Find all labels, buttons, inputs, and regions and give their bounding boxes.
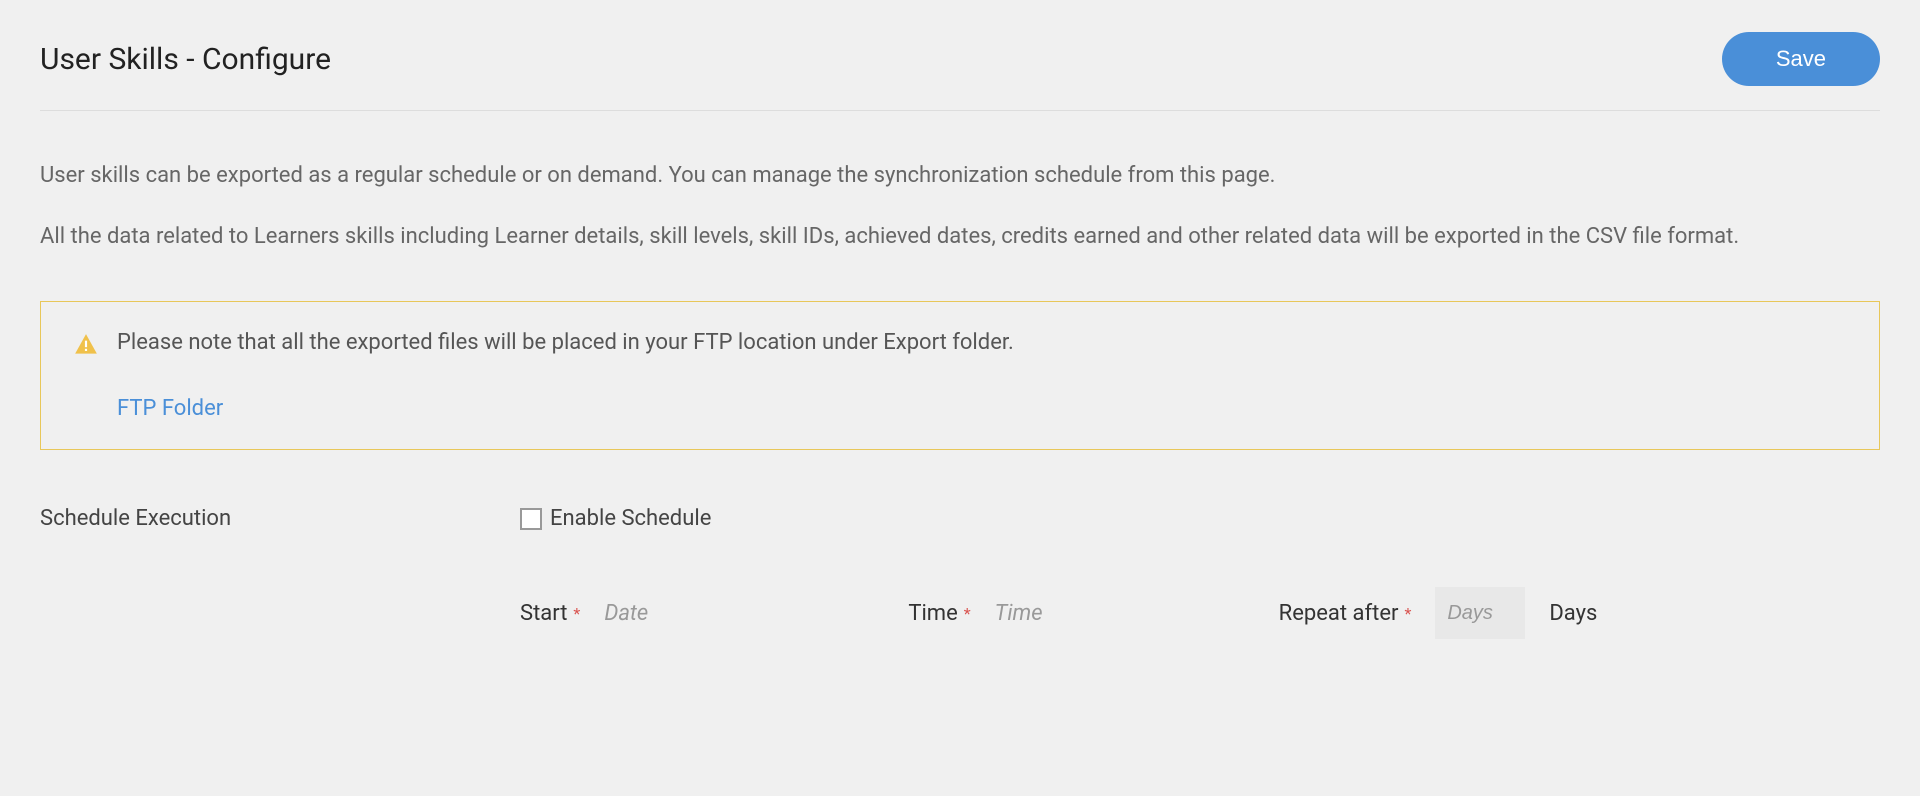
enable-schedule-checkbox[interactable] <box>520 508 542 530</box>
header-row: User Skills - Configure Save <box>40 32 1880 111</box>
description-para2: All the data related to Learners skills … <box>40 220 1880 253</box>
save-button[interactable]: Save <box>1722 32 1880 86</box>
repeat-after-label: Repeat after <box>1279 601 1399 626</box>
repeat-days-input[interactable] <box>1435 587 1525 639</box>
schedule-execution-label: Schedule Execution <box>40 506 520 531</box>
time-input[interactable]: Time <box>995 601 1095 626</box>
description-para1: User skills can be exported as a regular… <box>40 159 1880 192</box>
description-block: User skills can be exported as a regular… <box>40 159 1880 253</box>
time-required-mark: * <box>964 604 971 623</box>
ftp-folder-link[interactable]: FTP Folder <box>117 396 1847 421</box>
start-date-input[interactable]: Date <box>604 601 704 626</box>
page-title: User Skills - Configure <box>40 42 331 77</box>
start-label: Start <box>520 601 567 626</box>
schedule-form: Schedule Execution Enable Schedule Start… <box>40 506 1880 639</box>
warning-icon <box>73 332 99 362</box>
notice-box: Please note that all the exported files … <box>40 301 1880 450</box>
enable-schedule-label: Enable Schedule <box>550 506 711 531</box>
notice-text: Please note that all the exported files … <box>117 330 1014 355</box>
repeat-required-mark: * <box>1404 604 1411 623</box>
start-required-mark: * <box>573 604 580 623</box>
days-suffix: Days <box>1549 601 1597 626</box>
time-label: Time <box>908 601 957 626</box>
